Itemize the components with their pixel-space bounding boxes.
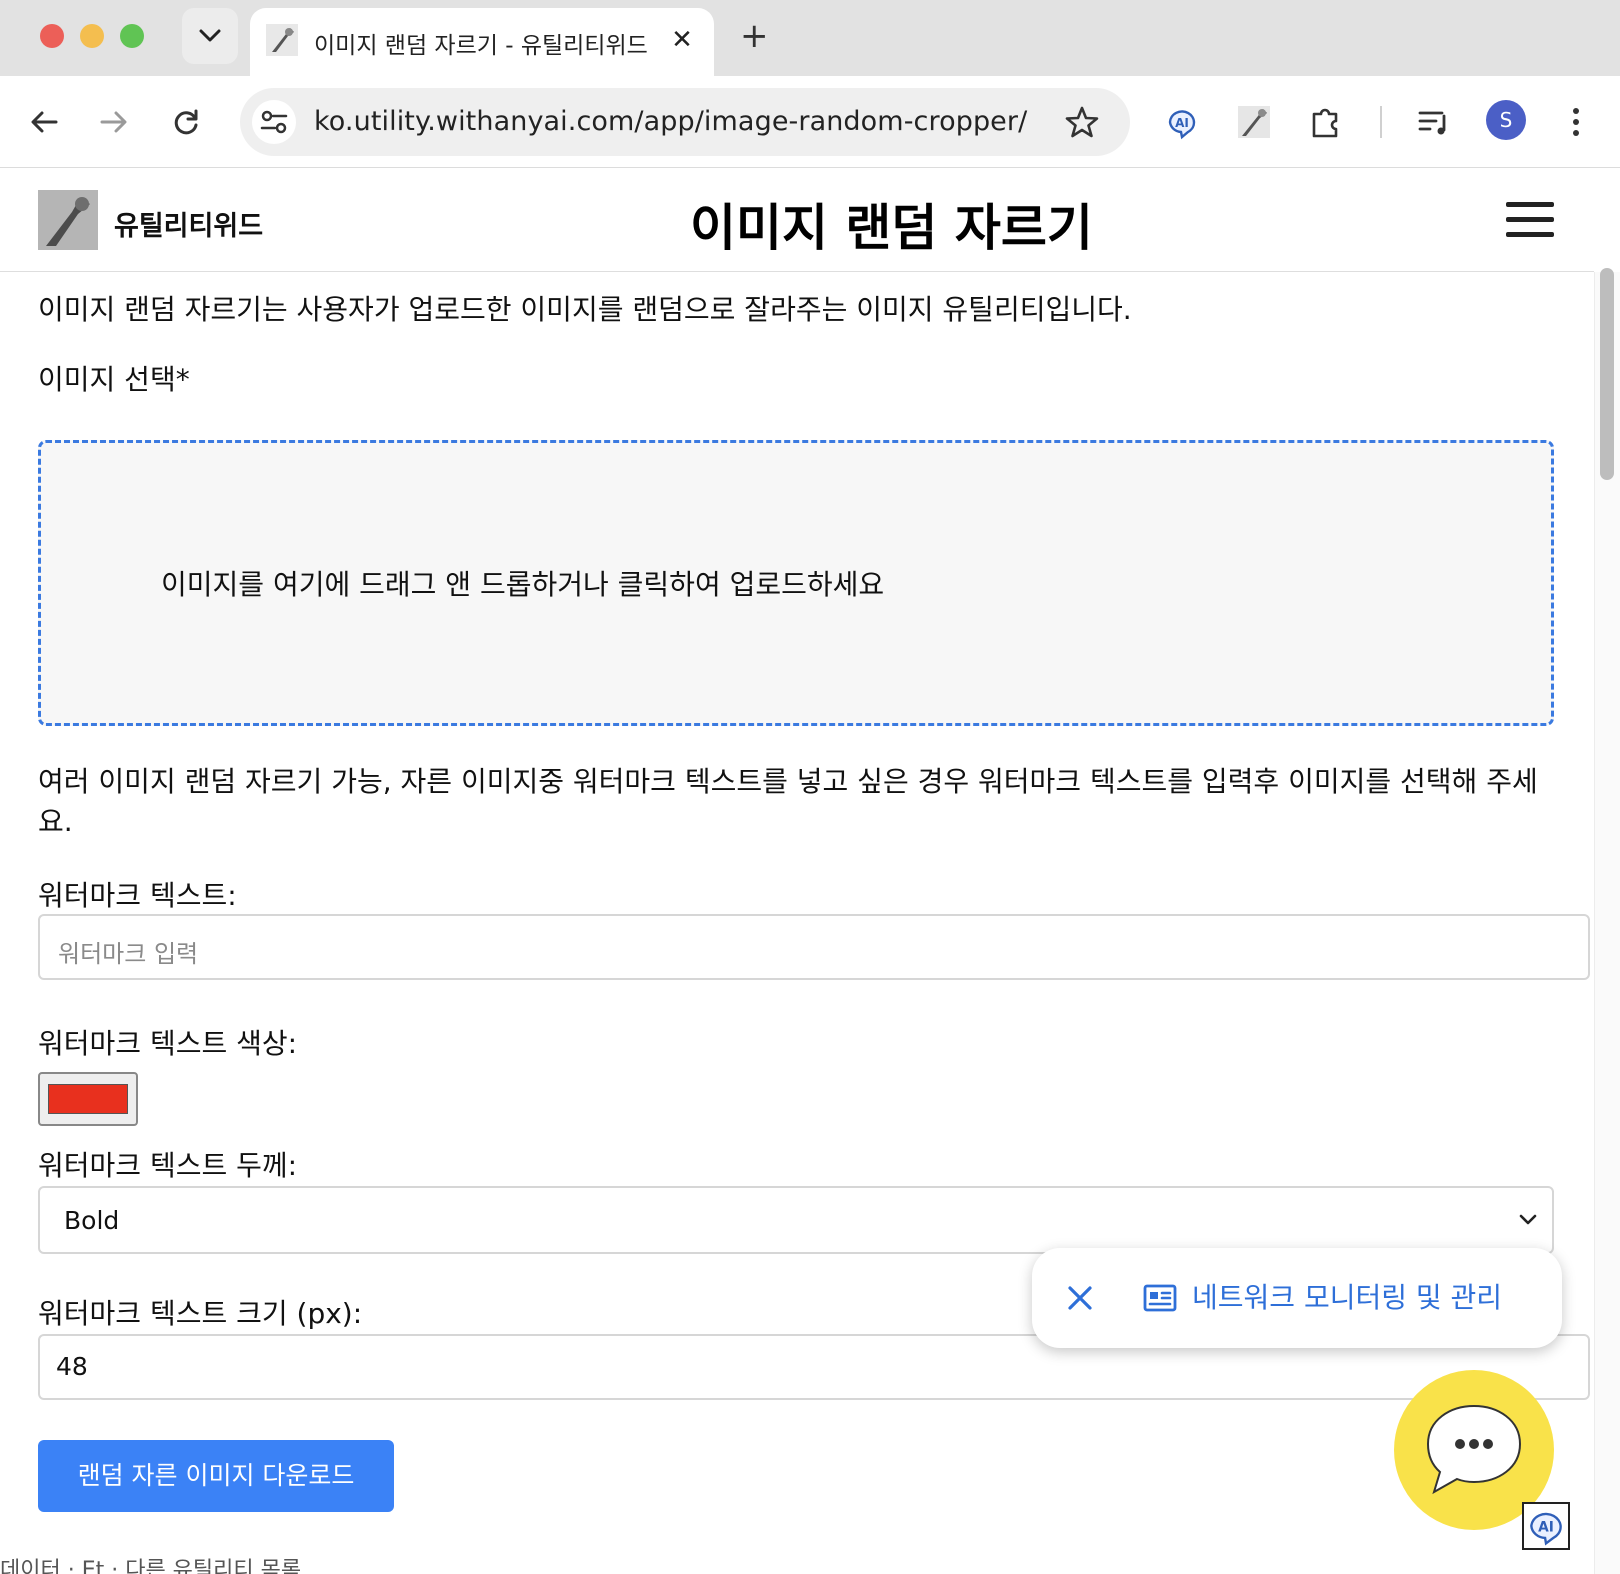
new-tab-button[interactable]: +: [740, 18, 769, 54]
watermark-color-label: 워터마크 텍스트 색상:: [38, 1027, 298, 1060]
watermark-size-value: 48: [56, 1352, 88, 1381]
extensions-puzzle-icon[interactable]: [1308, 104, 1344, 140]
browser-toolbar: ko.utility.withanyai.com/app/image-rando…: [0, 76, 1620, 168]
wrench-extension-icon[interactable]: [1236, 104, 1272, 140]
page-scrollbar-thumb[interactable]: [1600, 268, 1614, 480]
window-zoom-button[interactable]: [120, 24, 144, 48]
window-close-button[interactable]: [40, 24, 64, 48]
window-minimize-button[interactable]: [80, 24, 104, 48]
footer-cutoff-text: 데이터 · Et · 다른 유틸리티 목록: [0, 1558, 1594, 1574]
profile-avatar[interactable]: S: [1486, 100, 1526, 140]
tab-search-button[interactable]: [182, 8, 238, 64]
dropzone-instruction: 이미지를 여기에 드래그 앤 드롭하거나 클릭하여 업로드하세요: [161, 568, 885, 601]
url-text[interactable]: ko.utility.withanyai.com/app/image-rando…: [314, 106, 1027, 137]
svg-text:AI: AI: [1175, 116, 1189, 130]
reading-list-icon[interactable]: [1416, 104, 1452, 140]
site-brand-name[interactable]: 유틸리티위드: [114, 204, 263, 243]
network-monitor-toast: 네트워크 모니터링 및 관리: [1032, 1248, 1562, 1348]
usage-note: 여러 이미지 랜덤 자르기 가능, 자른 이미지중 워터마크 텍스트를 넣고 싶…: [38, 765, 1538, 838]
chevron-down-icon: [1519, 1214, 1537, 1225]
download-cropped-images-button[interactable]: 랜덤 자른 이미지 다운로드: [38, 1440, 394, 1512]
image-dropzone[interactable]: 이미지를 여기에 드래그 앤 드롭하거나 클릭하여 업로드하세요: [38, 440, 1554, 726]
kebab-menu-icon[interactable]: [1570, 106, 1582, 138]
page-title: 이미지 랜덤 자르기: [690, 199, 1093, 257]
watermark-text-label: 워터마크 텍스트:: [38, 879, 237, 912]
watermark-size-label: 워터마크 텍스트 크기 (px):: [38, 1297, 363, 1330]
network-monitor-link[interactable]: 네트워크 모니터링 및 관리: [1192, 1276, 1502, 1316]
tab-close-icon[interactable]: ✕: [668, 26, 696, 54]
watermark-text-placeholder: 워터마크 입력: [58, 940, 199, 968]
footer-partial-text: 데이터 · Et · 다른 유틸리티 목록: [0, 1558, 302, 1574]
site-info-button[interactable]: [252, 100, 296, 144]
watermark-weight-select[interactable]: Bold: [38, 1186, 1554, 1254]
toolbar-separator: [1380, 106, 1382, 138]
watermark-color-picker[interactable]: [38, 1072, 138, 1126]
chevron-down-icon: [199, 29, 221, 42]
back-icon[interactable]: [28, 106, 60, 138]
close-icon[interactable]: [1064, 1282, 1096, 1314]
ai-assistant-icon[interactable]: AI: [1522, 1502, 1570, 1550]
wrench-favicon-icon: [266, 24, 298, 56]
bookmark-star-icon[interactable]: [1064, 104, 1100, 140]
site-info-icon: [260, 110, 288, 134]
svg-text:AI: AI: [1538, 1520, 1554, 1536]
site-header: 유틸리티위드 이미지 랜덤 자르기: [0, 170, 1594, 272]
watermark-text-input[interactable]: 워터마크 입력: [38, 914, 1590, 980]
reload-icon[interactable]: [170, 106, 202, 138]
watermark-weight-label: 워터마크 텍스트 두께:: [38, 1149, 298, 1182]
forward-icon[interactable]: [98, 106, 130, 138]
watermark-weight-value: Bold: [64, 1206, 120, 1235]
news-card-icon: [1143, 1284, 1177, 1312]
hamburger-menu-icon[interactable]: [1506, 200, 1554, 240]
tab-title: 이미지 랜덤 자르기 - 유틸리티위드: [314, 33, 648, 59]
image-select-label: 이미지 선택*: [38, 363, 190, 396]
watermark-color-swatch: [48, 1084, 128, 1114]
ai-extension-icon[interactable]: AI: [1164, 104, 1200, 140]
intro-text: 이미지 랜덤 자르기는 사용자가 업로드한 이미지를 랜덤으로 잘라주는 이미지…: [38, 293, 1132, 326]
address-bar[interactable]: ko.utility.withanyai.com/app/image-rando…: [240, 88, 1130, 156]
site-logo-wrench-icon[interactable]: [38, 190, 98, 250]
browser-tab-active[interactable]: 이미지 랜덤 자르기 - 유틸리티위드 ✕: [250, 8, 714, 76]
browser-tab-bar: 이미지 랜덤 자르기 - 유틸리티위드 ✕ +: [0, 0, 1620, 76]
